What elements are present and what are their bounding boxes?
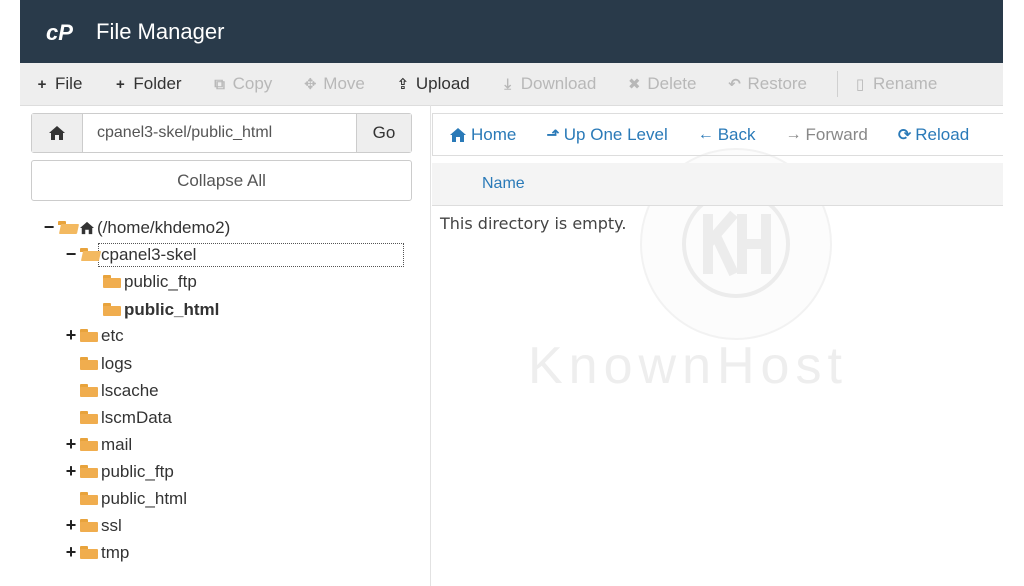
folder-icon [80, 465, 98, 478]
tree-item-label: tmp [101, 542, 130, 562]
folder-icon [103, 275, 121, 288]
tree-item-public-ftp[interactable]: + public_ftp [64, 458, 174, 485]
folder-icon [80, 384, 98, 397]
tree-item-ssl[interactable]: + ssl [64, 512, 122, 539]
tree-item-label: (/home/khdemo2) [97, 217, 231, 237]
plus-icon: + [116, 75, 125, 93]
tree-item-label: cpanel3-skel [98, 242, 404, 267]
new-folder-button[interactable]: + Folder [112, 74, 182, 94]
navigation-bar: Home ⬏ Up One Level ← Back → Forward ⟳ R… [432, 113, 1003, 156]
home-icon [80, 221, 94, 234]
folder-icon [103, 303, 121, 316]
home-icon [450, 127, 466, 142]
new-file-button[interactable]: + File [34, 74, 83, 94]
main-toolbar: + File + Folder ⧉ Copy ✥ Move ⇪ Upload ⤓… [20, 63, 1003, 106]
plus-icon: + [37, 75, 47, 93]
tree-item-label: mail [101, 434, 133, 454]
collapse-toggle[interactable]: − [42, 217, 56, 238]
watermark-text: KnownHost [528, 337, 848, 395]
app-title: File Manager [96, 18, 225, 44]
folder-icon [80, 357, 98, 370]
tree-item-etc[interactable]: + etc [64, 322, 124, 349]
tree-item-public-ftp-child[interactable]: public_ftp [103, 268, 197, 295]
tree-item-lscmdata[interactable]: lscmData [80, 404, 172, 431]
folder-icon [80, 438, 98, 451]
svg-text:cP: cP [46, 20, 73, 44]
move-button[interactable]: ✥ Move [302, 74, 365, 94]
path-bar: Go [31, 113, 412, 153]
tree-item-label: public_ftp [124, 271, 197, 291]
expand-toggle[interactable]: + [64, 434, 78, 455]
folder-open-icon [80, 248, 98, 261]
arrow-left-icon: ← [697, 125, 714, 143]
toolbar-divider [837, 71, 839, 97]
expand-toggle[interactable]: + [64, 325, 78, 346]
tree-item-logs[interactable]: logs [80, 350, 132, 377]
upload-icon: ⇪ [396, 76, 410, 93]
collapse-toggle[interactable]: − [64, 244, 78, 265]
tree-item-label: public_html [101, 488, 187, 508]
tree-item-cpanel3-skel[interactable]: − cpanel3-skel [64, 241, 404, 268]
level-up-icon: ⬏ [546, 126, 560, 144]
up-one-level-button[interactable]: ⬏ Up One Level [546, 125, 667, 145]
panel-divider [430, 105, 431, 586]
go-button[interactable]: Go [356, 114, 411, 152]
home-icon [49, 126, 65, 140]
folder-icon [80, 329, 98, 342]
column-header-name[interactable]: Name [482, 175, 525, 193]
tree-item-label: public_html [124, 299, 220, 319]
tree-item-label: ssl [101, 515, 122, 535]
copy-button[interactable]: ⧉ Copy [212, 74, 272, 94]
collapse-all-button[interactable]: Collapse All [31, 160, 412, 201]
tree-item-public-html-child[interactable]: public_html [103, 296, 219, 323]
tree-item-lscache[interactable]: lscache [80, 377, 159, 404]
file-icon: ▯ [855, 76, 865, 93]
tree-item-mail[interactable]: + mail [64, 431, 132, 458]
file-list-header: Name [432, 163, 1003, 206]
folder-icon [80, 546, 98, 559]
tree-item-tmp[interactable]: + tmp [64, 539, 130, 566]
tree-item-label: public_ftp [101, 461, 174, 481]
folder-open-icon [58, 221, 76, 234]
folder-icon [80, 519, 98, 532]
empty-directory-message: This directory is empty. [440, 214, 627, 233]
tree-item-label: logs [101, 353, 133, 373]
refresh-icon: ⟳ [897, 126, 912, 144]
path-input[interactable] [83, 114, 356, 152]
restore-button[interactable]: ↶ Restore [726, 74, 807, 94]
tree-item-label: lscmData [101, 407, 172, 427]
expand-toggle[interactable]: + [64, 461, 78, 482]
expand-toggle[interactable]: + [64, 542, 78, 563]
back-button[interactable]: ← Back [698, 125, 756, 145]
copy-icon: ⧉ [214, 75, 225, 93]
tree-item-label: lscache [101, 380, 159, 400]
reload-button[interactable]: ⟳ Reload [898, 125, 969, 145]
download-icon: ⤓ [504, 75, 512, 93]
forward-button[interactable]: → Forward [786, 125, 868, 145]
home-path-button[interactable] [32, 114, 83, 152]
folder-icon [80, 411, 98, 424]
cpanel-logo: cP [46, 20, 82, 44]
download-button[interactable]: ⤓ Download [500, 74, 596, 94]
tree-item-public-html[interactable]: public_html [80, 485, 187, 512]
folder-icon [80, 492, 98, 505]
close-icon: ✖ [628, 76, 641, 93]
rename-button[interactable]: ▯ Rename [852, 74, 937, 94]
tree-item-label: etc [101, 325, 124, 345]
tree-item-root[interactable]: − (/home/khdemo2) [42, 214, 231, 241]
undo-icon: ↶ [728, 76, 741, 93]
move-icon: ✥ [303, 76, 317, 93]
arrow-right-icon: → [785, 125, 802, 143]
expand-toggle[interactable]: + [64, 515, 78, 536]
delete-button[interactable]: ✖ Delete [626, 74, 696, 94]
app-header: cP File Manager [20, 0, 1003, 63]
upload-button[interactable]: ⇪ Upload [395, 74, 470, 94]
nav-home-button[interactable]: Home [449, 125, 516, 145]
